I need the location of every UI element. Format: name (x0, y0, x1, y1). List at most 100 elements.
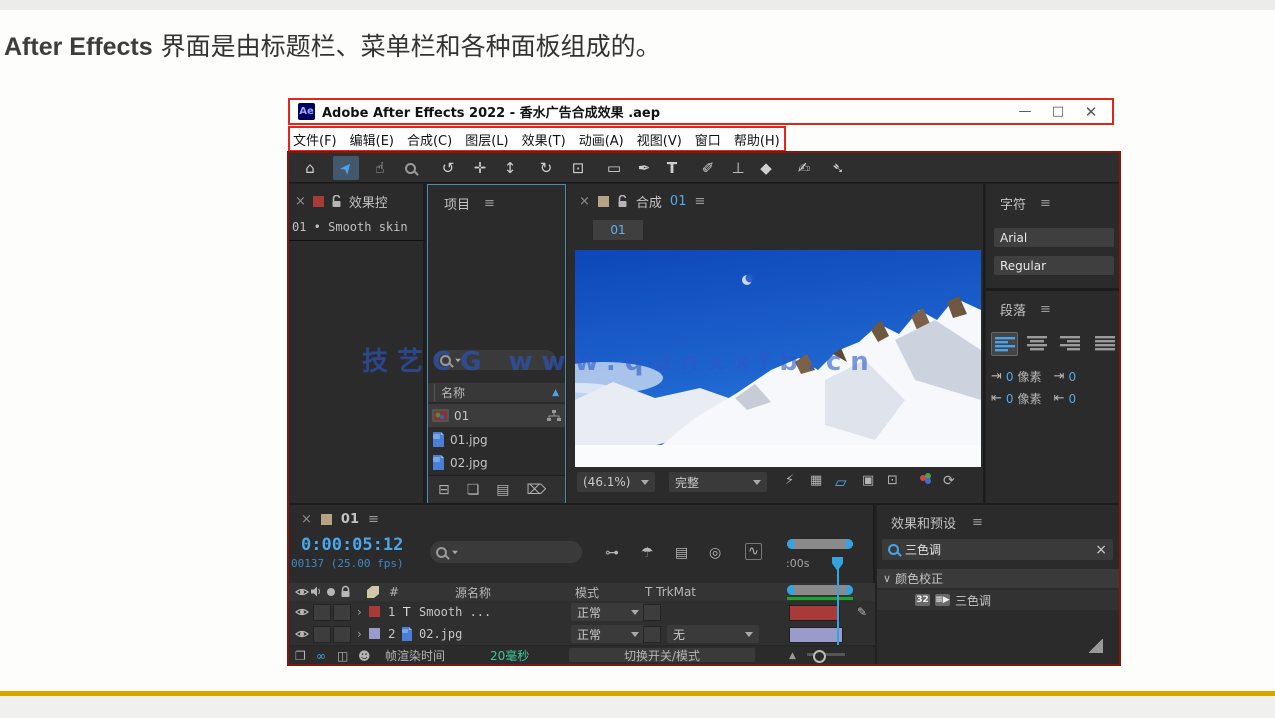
trkmat-toggle-well[interactable] (643, 626, 661, 643)
layer-visibility-icon[interactable] (295, 601, 309, 623)
lock-icon[interactable] (617, 195, 628, 208)
clear-search-icon[interactable]: × (1095, 542, 1107, 558)
timeline-tab[interactable]: 01 (341, 512, 359, 527)
layer-switch-well[interactable] (333, 626, 351, 643)
layer-name[interactable]: 02.jpg (419, 623, 462, 645)
expand-layers-icon[interactable]: ❐ (295, 647, 306, 664)
pen-tool-icon[interactable]: ✒ (631, 156, 657, 180)
lock-icon[interactable] (331, 195, 342, 208)
layer-expander-icon[interactable]: › (357, 601, 362, 623)
zoom-out-mountain-icon[interactable]: ▲ (789, 647, 796, 664)
composition-title[interactable]: 合成 (636, 192, 662, 211)
orbit-camera-tool-icon[interactable]: ↺ (435, 156, 461, 180)
work-area-bar[interactable] (787, 585, 853, 595)
project-item-footage[interactable]: 01.jpg (428, 428, 565, 451)
dolly-camera-tool-icon[interactable]: ↕ (497, 156, 523, 180)
viewer-tab[interactable]: 01 (610, 223, 625, 237)
frame-blending-icon[interactable]: ▤ (675, 545, 688, 561)
panel-close-icon[interactable]: × (295, 194, 306, 209)
font-family-select[interactable]: Arial (994, 228, 1114, 247)
blend-mode-dropdown[interactable]: 正常 (571, 603, 645, 621)
rotation-tool-icon[interactable]: ↻ (533, 156, 559, 180)
crop-region-icon[interactable]: ⊡ (887, 473, 898, 488)
home-icon[interactable]: ⌂ (297, 156, 323, 180)
layer-switch-well[interactable] (313, 626, 331, 643)
clone-stamp-tool-icon[interactable]: ⊥ (725, 156, 751, 180)
timeline-search-input[interactable] (430, 541, 582, 563)
layer-color-swatch[interactable] (369, 628, 380, 639)
menu-composition[interactable]: 合成(C) (407, 130, 452, 149)
audio-column-icon[interactable] (311, 586, 322, 597)
panel-close-icon[interactable]: × (301, 512, 312, 527)
hand-tool-icon[interactable]: ☝ (367, 156, 393, 180)
menu-view[interactable]: 视图(V) (637, 130, 682, 149)
menu-effect[interactable]: 效果(T) (522, 130, 566, 149)
toggle-switches-button[interactable]: 切换开关/模式 (569, 648, 755, 662)
menu-window[interactable]: 窗口 (695, 130, 721, 149)
type-tool-icon[interactable]: T (659, 156, 685, 180)
project-title[interactable]: 项目 (444, 194, 470, 213)
panel-resize-grip[interactable] (1089, 639, 1103, 653)
effects-presets-title[interactable]: 效果和预设 (891, 513, 956, 532)
mask-visibility-icon[interactable]: ▣ (862, 473, 874, 488)
transparency-grid-icon[interactable]: ▦ (810, 473, 822, 488)
channel-rgb-icon[interactable] (919, 473, 933, 485)
menu-edit[interactable]: 编辑(E) (350, 130, 394, 149)
zoom-tool-icon[interactable] (397, 156, 423, 180)
eraser-tool-icon[interactable]: ◆ (753, 156, 779, 180)
effect-controls-title[interactable]: 效果控件 (349, 192, 387, 211)
timeline-zoom-handle[interactable] (813, 650, 826, 663)
label-column-icon[interactable] (367, 586, 380, 598)
layer-color-swatch[interactable] (369, 606, 380, 617)
close-button[interactable]: ✕ (1078, 103, 1104, 121)
blend-mode-dropdown[interactable]: 正常 (571, 625, 645, 643)
font-style-select[interactable]: Regular (994, 256, 1114, 275)
new-folder-icon[interactable]: ❏ (467, 482, 480, 498)
project-item-footage[interactable]: 02.jpg (428, 451, 565, 474)
space-before-value[interactable]: 0 (1068, 370, 1076, 384)
solo-column-icon[interactable] (327, 588, 335, 596)
frame-blend-footer-icon[interactable]: ◫ (337, 647, 348, 664)
minimize-button[interactable]: — (1012, 104, 1038, 119)
align-left-icon[interactable] (991, 332, 1018, 356)
justify-icon[interactable] (1092, 332, 1117, 354)
pan-camera-tool-icon[interactable]: ✛ (467, 156, 493, 180)
menu-layer[interactable]: 图层(L) (465, 130, 508, 149)
layer-row-1[interactable]: › 1 T Smooth ... 正常 ✎ (289, 601, 875, 624)
fast-preview-icon[interactable]: ⚡ (785, 473, 794, 488)
current-timecode[interactable]: 0:00:05:12 (301, 535, 403, 555)
space-after-value[interactable]: 0 (1068, 392, 1076, 406)
interpret-footage-icon[interactable]: ⊟ (438, 482, 450, 498)
project-item-composition[interactable]: 01 (428, 404, 565, 427)
effects-group-label[interactable]: 颜色校正 (895, 570, 943, 587)
layer-expander-icon[interactable]: › (357, 623, 362, 645)
layer-visibility-icon[interactable] (295, 623, 309, 645)
paragraph-title[interactable]: 段落 (1000, 300, 1026, 319)
menu-help[interactable]: 帮助(H) (734, 130, 780, 149)
layer-duration-bar[interactable] (789, 605, 840, 621)
project-name-column-header[interactable]: 名称 (434, 384, 465, 401)
tree-expand-icon[interactable]: ∨ (883, 572, 891, 585)
mode-column-header[interactable]: 模式 (575, 584, 599, 601)
panel-menu-icon[interactable]: ≡ (972, 515, 983, 530)
layer-row-2[interactable]: › 2 02.jpg 正常 无 (289, 623, 875, 646)
panel-menu-icon[interactable]: ≡ (1040, 196, 1051, 211)
toggle-modes-icon[interactable]: ∞ (316, 647, 326, 664)
trkmat-toggle-well[interactable] (643, 604, 661, 621)
selection-tool-icon[interactable]: ➤ (333, 156, 359, 180)
magnification-dropdown[interactable]: (46.1%) (577, 472, 655, 492)
character-title[interactable]: 字符 (1000, 194, 1026, 213)
panel-menu-icon[interactable]: ≡ (1040, 302, 1051, 317)
brush-tool-icon[interactable]: ✐ (695, 156, 721, 180)
motion-blur-icon[interactable]: ◎ (709, 545, 721, 561)
align-right-icon[interactable] (1057, 332, 1082, 354)
trkmat-dropdown[interactable]: 无 (667, 625, 759, 643)
graph-editor-icon[interactable]: ∿ (745, 543, 762, 560)
exposure-icon[interactable]: ⟳ (943, 473, 955, 489)
mask-pen-icon[interactable]: ✎ (857, 601, 867, 623)
puppet-pin-tool-icon[interactable]: ➴ (825, 156, 851, 180)
layer-switch-well[interactable] (313, 604, 331, 621)
new-composition-icon[interactable]: ▤ (496, 482, 509, 498)
work-area-bar[interactable] (787, 539, 853, 549)
sort-ascending-icon[interactable]: ▲ (552, 388, 559, 398)
